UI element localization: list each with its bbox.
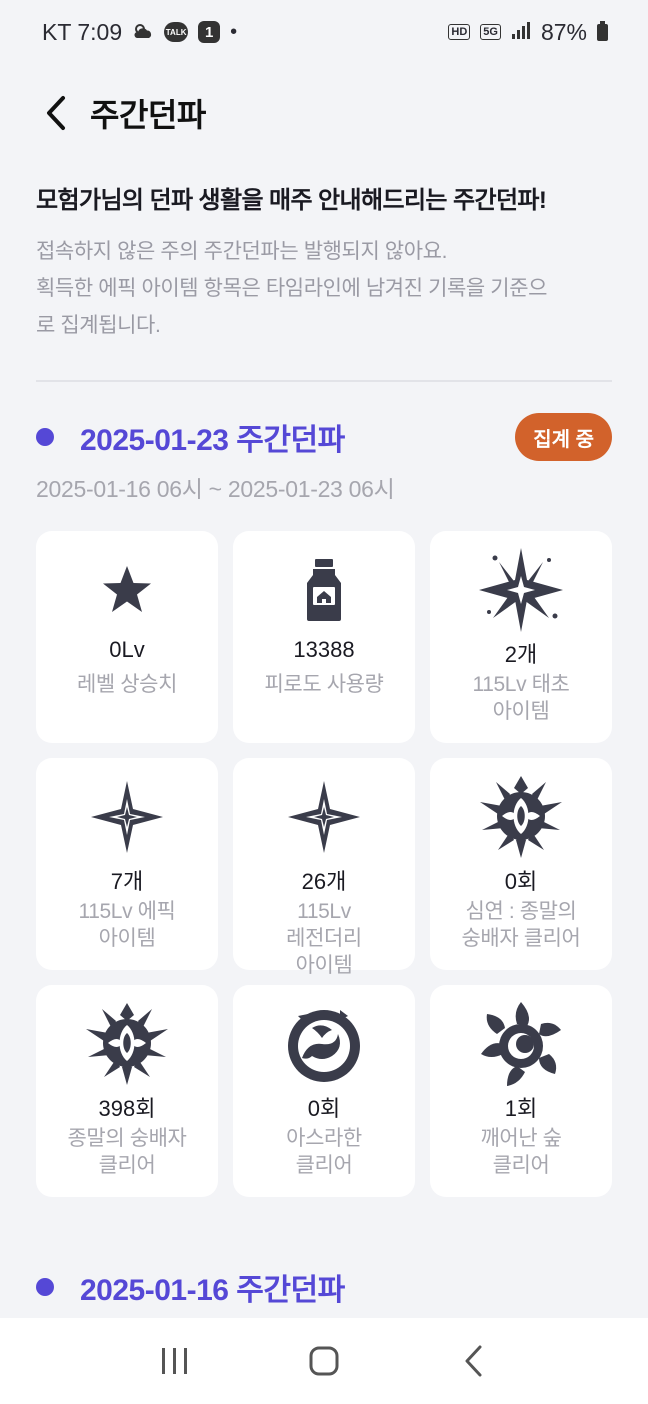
stat-label: 115Lv 레전더리 아이템 [286, 900, 362, 977]
network-5g-icon: 5G [480, 24, 501, 40]
system-back-button[interactable] [443, 1331, 503, 1391]
kakaotalk-icon: TALK [164, 22, 189, 42]
chevron-left-icon [47, 96, 65, 130]
app-header: 주간던파 [0, 78, 648, 148]
sparkle-burst-icon [476, 545, 566, 635]
intro-line: 접속하지 않은 주의 주간던파는 발행되지 않아요. [36, 240, 448, 263]
carrier-time: KT 7:09 [42, 18, 123, 45]
signal-icon [511, 19, 531, 46]
stat-label: 115Lv 에픽 아이템 [78, 900, 176, 950]
weather-icon [132, 22, 154, 43]
week-bullet [36, 428, 54, 446]
stat-card-epic[interactable]: 7개 115Lv 에픽 아이템 [36, 758, 218, 970]
recent-apps-icon [161, 1348, 187, 1374]
stat-label: 깨어난 숲 클리어 [480, 1127, 562, 1177]
stat-value: 0Lv [109, 637, 145, 662]
stat-label: 레벨 상승치 [76, 673, 178, 696]
stat-value: 7개 [110, 869, 144, 894]
more-notifications-dot: • [230, 20, 238, 43]
stat-label: 115Lv 태초 아이템 [472, 673, 570, 723]
stat-card-abyss-cultist[interactable]: 0회 심연 : 종말의 숭배자 클리어 [430, 758, 612, 970]
stat-value: 1회 [504, 1096, 538, 1121]
week-title: 2025-01-23 주간던파 [80, 424, 345, 457]
page-title: 주간던파 [90, 97, 206, 133]
home-icon [309, 1346, 339, 1376]
status-left: KT 7:09 TALK 1 • [42, 19, 237, 46]
intro-section: 모험가님의 던파 생활을 매주 안내해드리는 주간던파! 접속하지 않은 주의 … [36, 180, 616, 344]
hd-voice-icon: HD [448, 24, 471, 40]
status-badge: 집계 중 [515, 413, 612, 461]
stat-card-primeval[interactable]: 2개 115Lv 태초 아이템 [430, 531, 612, 743]
week-header[interactable]: 2025-01-16 주간던파 [36, 1262, 612, 1312]
four-point-star-icon [82, 772, 172, 862]
stats-grid: 0Lv 레벨 상승치 13388 피로도 사용량 2개 115Lv 태초 아이템… [36, 531, 612, 1197]
system-nav-bar [0, 1318, 648, 1404]
dark-sun-icon [476, 999, 566, 1089]
stat-card-fatigue[interactable]: 13388 피로도 사용량 [233, 531, 415, 743]
intro-line: 획득한 에픽 아이템 항목은 타임라인에 남겨진 기록을 기준으 [36, 277, 548, 300]
week-date-range: 2025-01-16 06시 ~ 2025-01-23 06시 [36, 476, 395, 502]
home-button[interactable] [294, 1331, 354, 1391]
stat-card-asrahan[interactable]: 0회 아스라한 클리어 [233, 985, 415, 1197]
stat-value: 13388 [293, 637, 355, 662]
battery-icon [597, 20, 608, 41]
abyss-crest-icon [476, 772, 566, 862]
stat-card-legendary[interactable]: 26개 115Lv 레전더리 아이템 [233, 758, 415, 977]
stat-card-level[interactable]: 0Lv 레벨 상승치 [36, 531, 218, 743]
four-point-star-icon [279, 772, 369, 862]
star-icon [82, 545, 172, 635]
battery-level: 87% [540, 18, 587, 45]
week-title: 2025-01-16 주간던파 [80, 1274, 345, 1307]
status-right: HD 5G 87% [448, 19, 608, 46]
stat-value: 26개 [301, 869, 347, 894]
notification-count-badge: 1 [198, 21, 221, 43]
stat-label: 아스라한 클리어 [286, 1127, 362, 1177]
stat-label: 피로도 사용량 [264, 673, 384, 696]
recent-apps-button[interactable] [145, 1331, 205, 1391]
back-arrow-icon [465, 1345, 482, 1377]
stat-value: 2개 [504, 642, 538, 667]
abyss-crest-icon [82, 999, 172, 1089]
stat-card-cultist[interactable]: 398회 종말의 숭배자 클리어 [36, 985, 218, 1197]
divider [36, 380, 612, 382]
stat-value: 0회 [307, 1096, 341, 1121]
stat-value: 398회 [98, 1096, 156, 1121]
week-bullet [36, 1278, 54, 1296]
intro-description: 접속하지 않은 주의 주간던파는 발행되지 않아요. 획득한 에픽 아이템 항목… [36, 233, 616, 344]
intro-title: 모험가님의 던파 생활을 매주 안내해드리는 주간던파! [36, 187, 547, 214]
stat-label: 심연 : 종말의 숭배자 클리어 [461, 900, 581, 950]
back-button[interactable] [36, 93, 76, 133]
intro-line: 로 집계됩니다. [36, 314, 161, 337]
status-bar: KT 7:09 TALK 1 • HD 5G 87% [0, 0, 648, 64]
week-header: 2025-01-23 주간던파 집계 중 [36, 412, 612, 462]
dragon-ring-icon [279, 999, 369, 1089]
stat-value: 0회 [504, 869, 538, 894]
stat-label: 종말의 숭배자 클리어 [67, 1127, 187, 1177]
potion-bottle-icon [279, 545, 369, 635]
stat-card-awakened-forest[interactable]: 1회 깨어난 숲 클리어 [430, 985, 612, 1197]
